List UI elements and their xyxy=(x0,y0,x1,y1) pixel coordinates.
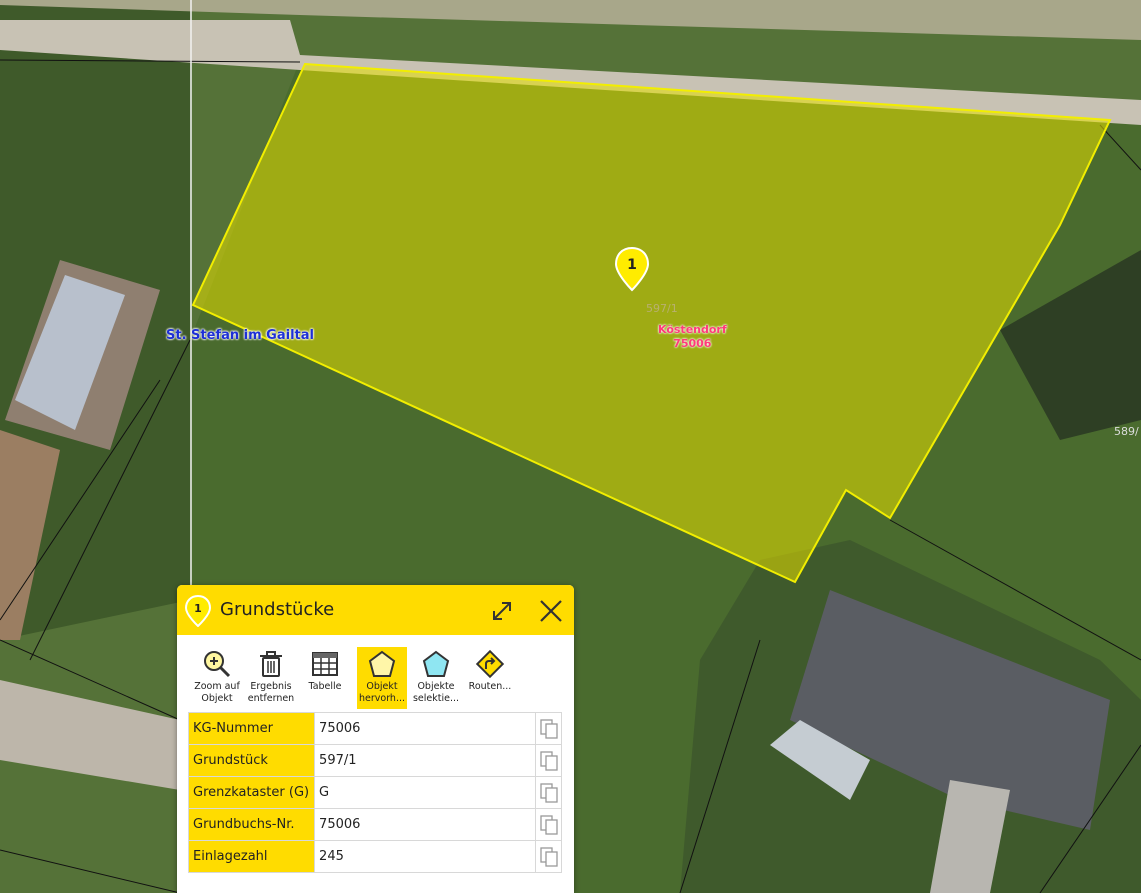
tool-label-line1: Routen... xyxy=(468,681,512,692)
copy-icon xyxy=(539,814,558,835)
tool-label-line1: Tabelle xyxy=(308,681,342,692)
edge-parcel-label: 589/ xyxy=(1114,425,1139,438)
zoom-in-icon xyxy=(204,651,231,678)
attribute-key: Grundstück xyxy=(187,744,316,777)
table-row: Grenzkataster (G) G xyxy=(187,776,562,809)
tool-label-line1: Objekte xyxy=(417,681,455,692)
map-marker-icon[interactable]: 1 xyxy=(614,246,650,292)
attribute-value: 245 xyxy=(314,840,537,873)
attribute-value: 75006 xyxy=(314,712,537,745)
marker-pin-icon: 1 xyxy=(185,595,211,627)
table-row: Einlagezahl 245 xyxy=(187,840,562,873)
copy-button[interactable] xyxy=(535,840,562,873)
attribute-table: KG-Nummer 75006 Grundstück 597/1 Grenzkatast… xyxy=(187,712,562,873)
attribute-key: Grundbuchs-Nr. xyxy=(187,808,316,841)
copy-button[interactable] xyxy=(535,776,562,809)
copy-icon xyxy=(539,846,558,867)
route-button[interactable]: Routen... xyxy=(465,647,515,709)
copy-icon xyxy=(539,718,558,739)
table-row: KG-Nummer 75006 xyxy=(187,712,562,745)
expand-icon[interactable] xyxy=(489,598,515,624)
panel-marker-number: 1 xyxy=(194,602,202,615)
pentagon-select-icon xyxy=(422,650,450,677)
attribute-value: 75006 xyxy=(314,808,537,841)
close-icon[interactable] xyxy=(537,597,565,625)
pentagon-highlight-icon xyxy=(368,650,396,677)
tool-label-line1: Objekt xyxy=(366,681,398,692)
attribute-key: KG-Nummer xyxy=(187,712,316,745)
copy-button[interactable] xyxy=(535,808,562,841)
attribute-key: Grenzkataster (G) xyxy=(187,776,316,809)
zoom-to-object-button[interactable]: Zoom auf Objekt xyxy=(192,647,242,709)
place-label: St. Stefan im Gailtal xyxy=(166,328,314,343)
table-icon xyxy=(312,652,338,676)
kg-name: Köstendorf xyxy=(658,323,727,336)
tool-label-line1: Ergebnis xyxy=(250,681,292,692)
attribute-value: 597/1 xyxy=(314,744,537,777)
attribute-value: G xyxy=(314,776,537,809)
highlight-object-button[interactable]: Objekt hervorh... xyxy=(357,647,407,709)
panel-header: 1 Grundstücke xyxy=(177,585,574,635)
map-marker-number: 1 xyxy=(627,257,637,273)
copy-icon xyxy=(539,782,558,803)
select-objects-button[interactable]: Objekte selektie... xyxy=(411,647,461,709)
panel-title: Grundstücke xyxy=(220,599,335,620)
copy-icon xyxy=(539,750,558,771)
cadastral-community-label: Köstendorf 75006 xyxy=(658,323,727,351)
result-panel: 1 Grundstücke Zoom auf Objekt Ergebnis e… xyxy=(177,585,574,893)
copy-button[interactable] xyxy=(535,712,562,745)
kg-number: 75006 xyxy=(673,337,712,350)
tool-label-line2: entfernen xyxy=(247,693,295,704)
panel-toolbar: Zoom auf Objekt Ergebnis entfernen Tabel… xyxy=(187,647,567,711)
parcel-number-label: 597/1 xyxy=(646,302,678,315)
table-button[interactable]: Tabelle xyxy=(300,647,350,709)
table-row: Grundbuchs-Nr. 75006 xyxy=(187,808,562,841)
route-sign-icon xyxy=(475,649,505,679)
tool-label-line2: hervorh... xyxy=(358,693,406,704)
tool-label-line2: selektie... xyxy=(412,693,460,704)
attribute-key: Einlagezahl xyxy=(187,840,316,873)
tool-label-line2: Objekt xyxy=(201,693,233,704)
tool-label-line1: Zoom auf xyxy=(194,681,240,692)
trash-icon xyxy=(260,651,282,677)
copy-button[interactable] xyxy=(535,744,562,777)
table-row: Grundstück 597/1 xyxy=(187,744,562,777)
remove-result-button[interactable]: Ergebnis entfernen xyxy=(246,647,296,709)
